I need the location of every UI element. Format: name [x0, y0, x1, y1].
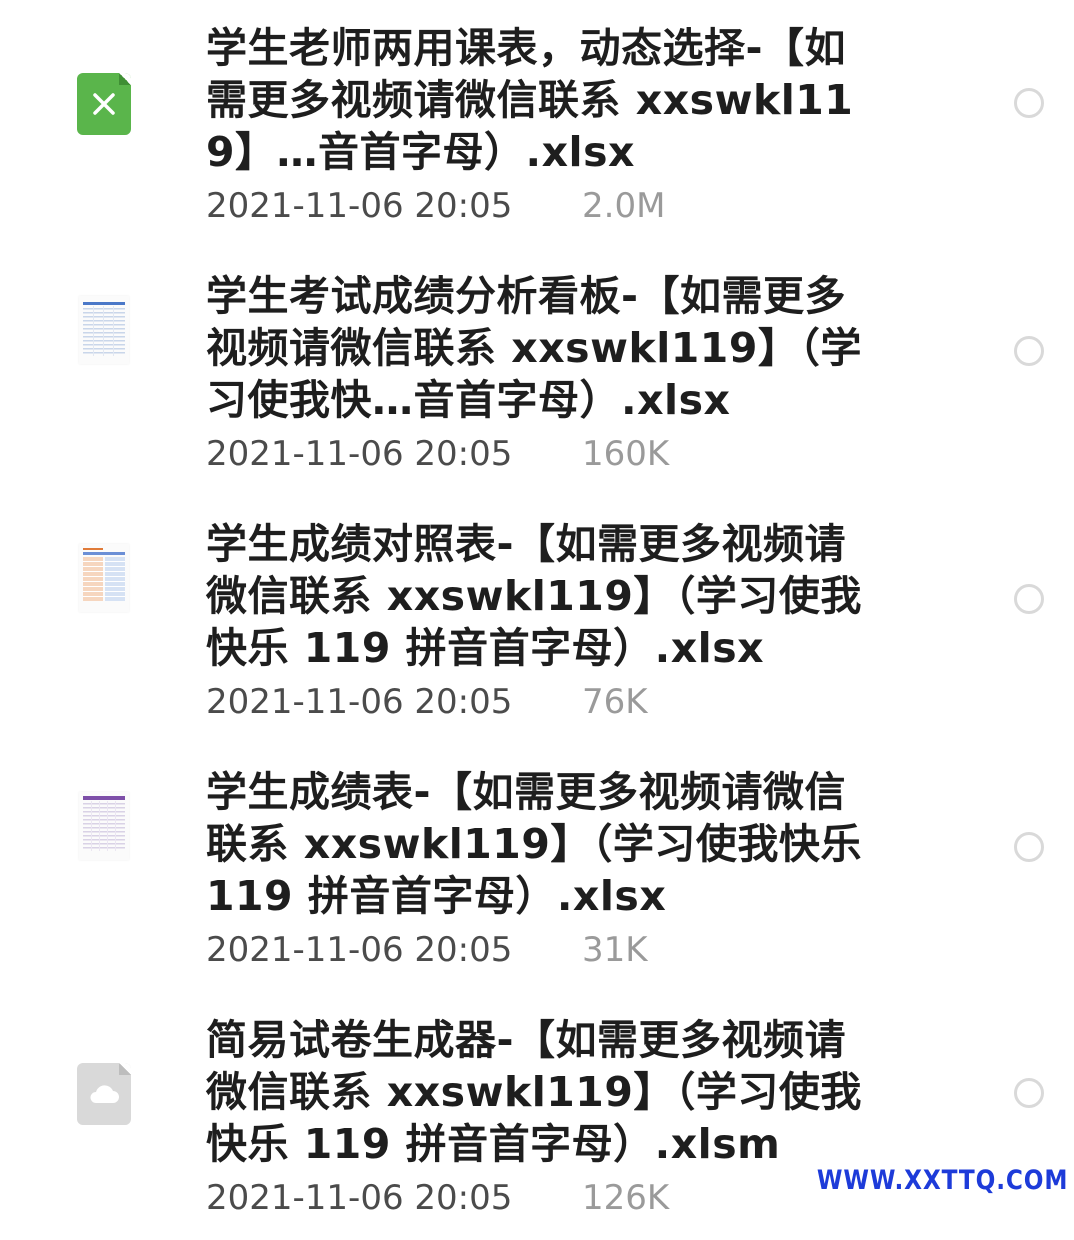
- file-name: 学生成绩对照表-【如需更多视频请微信联系 xxswkl119】（学习使我快乐 1…: [206, 520, 862, 672]
- file-row[interactable]: 学生老师两用课表，动态选择-【如需更多视频请微信联系 xxswkl119】…音首…: [0, 0, 1074, 248]
- select-radio[interactable]: [1014, 1078, 1044, 1108]
- file-date: 2021-11-06 20:05: [206, 1178, 513, 1218]
- file-name: 学生成绩表-【如需更多视频请微信联系 xxswkl119】（学习使我快乐 119…: [206, 768, 862, 920]
- file-thumbnail: [56, 282, 152, 378]
- file-meta: 2021-11-06 20:05 126K: [206, 1178, 669, 1218]
- file-date: 2021-11-06 20:05: [206, 930, 513, 970]
- watermark: WWW.XXTTQ.COM: [816, 1165, 1068, 1196]
- file-meta: 2021-11-06 20:05 160K: [206, 434, 669, 474]
- file-meta: 2021-11-06 20:05 2.0M: [206, 186, 665, 226]
- file-date: 2021-11-06 20:05: [206, 434, 513, 474]
- file-thumbnail: [56, 56, 152, 152]
- spreadsheet-thumbnail: [79, 296, 129, 364]
- file-size: 160K: [582, 434, 670, 474]
- spreadsheet-thumbnail: [79, 544, 129, 612]
- file-name: 简易试卷生成器-【如需更多视频请微信联系 xxswkl119】（学习使我快乐 1…: [206, 1016, 862, 1168]
- select-radio[interactable]: [1014, 88, 1044, 118]
- file-row[interactable]: 学生成绩表-【如需更多视频请微信联系 xxswkl119】（学习使我快乐 119…: [0, 744, 1074, 992]
- file-size: 76K: [582, 682, 648, 722]
- file-size: 2.0M: [582, 186, 666, 226]
- file-thumbnail: [56, 778, 152, 874]
- select-radio[interactable]: [1014, 336, 1044, 366]
- file-size: 31K: [582, 930, 648, 970]
- spreadsheet-thumbnail: [79, 792, 129, 860]
- file-thumbnail: [56, 1046, 152, 1142]
- select-radio[interactable]: [1014, 832, 1044, 862]
- file-list: 学生老师两用课表，动态选择-【如需更多视频请微信联系 xxswkl119】…音首…: [0, 0, 1074, 1218]
- file-size: 126K: [582, 1178, 670, 1218]
- cloud-file-icon: [77, 1063, 131, 1125]
- file-meta: 2021-11-06 20:05 76K: [206, 682, 648, 722]
- file-name: 学生考试成绩分析看板-【如需更多视频请微信联系 xxswkl119】（学习使我快…: [206, 272, 862, 424]
- file-thumbnail: [56, 530, 152, 626]
- select-radio[interactable]: [1014, 584, 1044, 614]
- file-date: 2021-11-06 20:05: [206, 186, 513, 226]
- file-date: 2021-11-06 20:05: [206, 682, 513, 722]
- file-row[interactable]: 简易试卷生成器-【如需更多视频请微信联系 xxswkl119】（学习使我快乐 1…: [0, 992, 1074, 1240]
- file-row[interactable]: 学生考试成绩分析看板-【如需更多视频请微信联系 xxswkl119】（学习使我快…: [0, 248, 1074, 496]
- file-meta: 2021-11-06 20:05 31K: [206, 930, 648, 970]
- file-name: 学生老师两用课表，动态选择-【如需更多视频请微信联系 xxswkl119】…音首…: [206, 24, 854, 176]
- file-row[interactable]: 学生成绩对照表-【如需更多视频请微信联系 xxswkl119】（学习使我快乐 1…: [0, 496, 1074, 744]
- excel-icon: [77, 73, 131, 135]
